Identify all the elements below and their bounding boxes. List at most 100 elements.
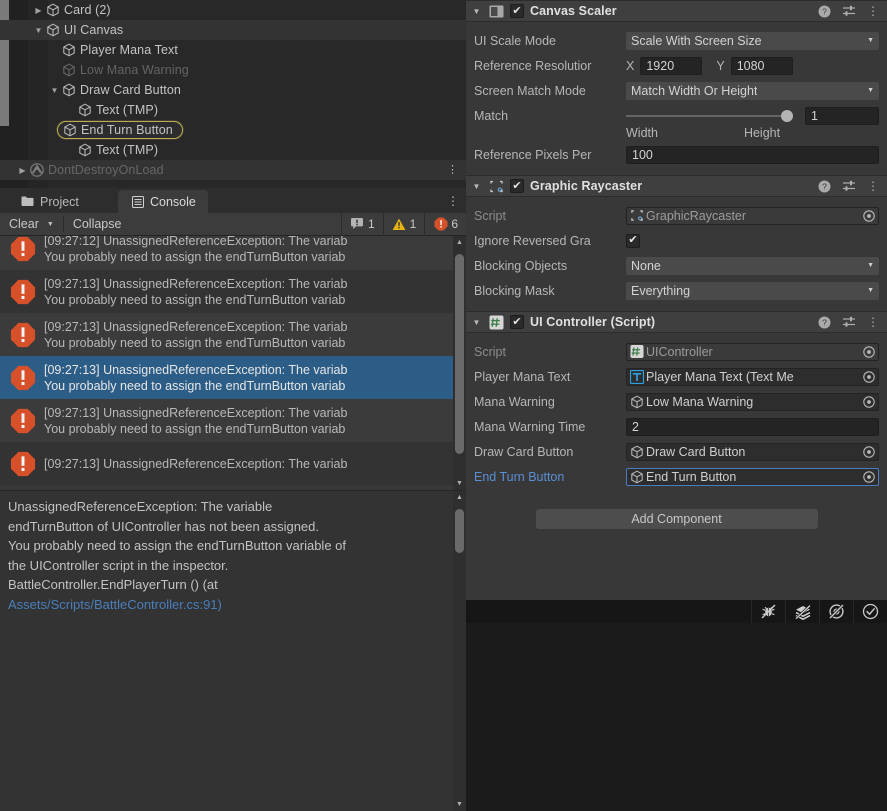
chevron-right-icon[interactable]: ▶ — [16, 160, 29, 180]
object-field-script[interactable]: UIController — [626, 342, 879, 361]
object-picker-icon[interactable] — [862, 209, 876, 222]
console-log-entry[interactable]: [09:27:13] UnassignedReferenceException:… — [0, 399, 453, 442]
dropdown-ui-scale-mode[interactable]: Scale With Screen Size ▼ — [626, 31, 879, 50]
help-icon[interactable]: ? — [818, 316, 831, 329]
component-enabled-checkbox[interactable]: ✔ — [510, 4, 524, 18]
console-tab-menu-icon[interactable]: ⋮ — [447, 190, 459, 212]
component-header-graphic-raycaster[interactable]: ▼ ✔ Graphic Raycaster? ⋮ — [466, 175, 887, 197]
slider-track[interactable] — [626, 109, 793, 122]
console-log-list[interactable]: [09:27:12] UnassignedReferenceException:… — [0, 236, 466, 490]
warning-count-toggle[interactable]: 1 — [382, 212, 425, 236]
tab-project[interactable]: Project — [8, 190, 91, 213]
error-octagon-icon — [8, 277, 38, 307]
preset-icon[interactable] — [842, 5, 856, 17]
console-log-text: [09:27:12] UnassignedReferenceException:… — [38, 236, 347, 265]
scroll-up-icon[interactable]: ▲ — [453, 236, 466, 249]
chevron-down-icon[interactable]: ▼ — [47, 221, 54, 228]
component-enabled-checkbox[interactable]: ✔ — [510, 179, 524, 193]
console-log-entry[interactable]: [09:27:13] UnassignedReferenceException:… — [0, 442, 453, 485]
object-field-draw-card-button[interactable]: Draw Card Button — [626, 442, 879, 461]
property-row: UI Scale Mode Scale With Screen Size ▼ — [474, 28, 879, 53]
object-picker-icon[interactable] — [862, 395, 876, 408]
object-picker-icon[interactable] — [862, 470, 876, 483]
console-scroll-thumb[interactable] — [455, 254, 464, 454]
component-header-canvas-scaler[interactable]: ▼ ✔ Canvas Scaler? ⋮ — [466, 0, 887, 22]
layers-disabled-icon[interactable] — [785, 600, 819, 623]
hierarchy-item-ui-canvas[interactable]: ▼ UI Canvas — [0, 20, 466, 40]
component-menu-icon[interactable]: ⋮ — [867, 180, 879, 192]
dropdown-blocking-mask[interactable]: Everything ▼ — [626, 281, 879, 300]
object-field-player-mana-text[interactable]: Player Mana Text (Text Me — [626, 367, 879, 386]
detail-scroll-thumb[interactable] — [455, 509, 464, 553]
chevron-down-icon[interactable]: ▼ — [470, 318, 483, 327]
console-log-entry[interactable]: [09:27:13] UnassignedReferenceException:… — [0, 356, 453, 399]
stacktrace-line[interactable]: Assets/Scripts/BattleController.cs:91) — [8, 595, 448, 615]
match-value-input[interactable]: 1 — [805, 106, 879, 125]
chevron-down-icon: ▼ — [867, 87, 874, 94]
chevron-down-icon[interactable]: ▼ — [470, 7, 483, 16]
collapse-button[interactable]: Collapse — [64, 213, 131, 236]
info-count-value: 1 — [367, 217, 375, 231]
component-menu-icon[interactable]: ⋮ — [867, 316, 879, 328]
component-enabled-checkbox[interactable]: ✔ — [510, 315, 524, 329]
console-log-entry[interactable]: [09:27:13] UnassignedReferenceException:… — [0, 270, 453, 313]
object-picker-icon[interactable] — [862, 345, 876, 358]
debug-bug-disabled-icon[interactable] — [751, 600, 785, 623]
object-field-mana-warning[interactable]: Low Mana Warning — [626, 392, 879, 411]
property-control: 1 — [626, 106, 879, 125]
tab-console[interactable]: Console — [118, 190, 208, 213]
check-circle-icon[interactable] — [853, 600, 887, 623]
preview-disabled-icon[interactable] — [819, 600, 853, 623]
preset-icon[interactable] — [842, 180, 856, 192]
reference-resolution-y-input[interactable]: 1080 — [730, 56, 793, 75]
hierarchy-item-player-mana-text[interactable]: Player Mana Text — [0, 40, 466, 60]
clear-button[interactable]: Clear ▼ — [0, 213, 63, 236]
help-icon[interactable]: ? — [818, 180, 831, 193]
object-field-script[interactable]: GraphicRaycaster — [626, 206, 879, 225]
object-field-end-turn-button[interactable]: End Turn Button — [626, 467, 879, 486]
property-row: Reference Resolutior X 1920 Y 1080 — [474, 53, 879, 78]
hierarchy-row-menu-icon[interactable]: ⋮ — [447, 160, 458, 180]
reference-resolution-x-input[interactable]: 1920 — [640, 56, 703, 75]
component-header-ui-controller-script[interactable]: ▼ ✔ UI Controller (Script)? ⋮ — [466, 311, 887, 333]
detail-scroll-down-icon[interactable]: ▼ — [453, 798, 466, 811]
component-menu-icon[interactable]: ⋮ — [867, 5, 879, 17]
number-input-reference-pixels-per[interactable]: 100 — [626, 145, 879, 164]
console-detail-pane[interactable]: UnassignedReferenceException: The variab… — [0, 490, 466, 811]
console-scrollbar[interactable]: ▲ ▼ — [453, 236, 466, 490]
status-bar — [466, 600, 887, 623]
slider-knob[interactable] — [781, 109, 793, 122]
y-value: 1080 — [736, 58, 765, 73]
dropdown-blocking-objects[interactable]: None ▼ — [626, 256, 879, 275]
scroll-down-icon[interactable]: ▼ — [453, 477, 466, 490]
match-slider[interactable] — [626, 109, 793, 122]
dropdown-screen-match-mode[interactable]: Match Width Or Height ▼ — [626, 81, 879, 100]
preset-icon[interactable] — [842, 316, 856, 328]
add-component-button[interactable]: Add Component — [535, 509, 818, 529]
hierarchy-item-text-tmp[interactable]: Text (TMP) — [0, 140, 466, 160]
hierarchy-item-text-tmp[interactable]: Text (TMP) — [0, 100, 466, 120]
hierarchy-item-end-turn-button[interactable]: End Turn Button — [0, 120, 466, 140]
info-count-toggle[interactable]: 1 — [340, 212, 383, 236]
chevron-down-icon[interactable]: ▼ — [470, 182, 483, 191]
number-input-mana-warning-time[interactable]: 2 — [626, 417, 879, 436]
object-picker-icon[interactable] — [862, 370, 876, 383]
detail-scrollbar[interactable]: ▲ ▼ — [453, 491, 466, 811]
detail-scroll-up-icon[interactable]: ▲ — [453, 491, 466, 504]
help-icon[interactable]: ? — [818, 5, 831, 18]
unity-scene-icon — [29, 160, 45, 180]
chevron-down-icon[interactable]: ▼ — [48, 80, 61, 100]
chevron-down-icon[interactable]: ▼ — [32, 20, 45, 40]
object-picker-icon[interactable] — [862, 445, 876, 458]
error-count-toggle[interactable]: 6 — [424, 212, 466, 236]
hierarchy-item-dontdestroyonload[interactable]: ▶ DontDestroyOnLoad ⋮ — [0, 160, 466, 180]
property-row: Mana Warning Time 2 — [474, 414, 879, 439]
console-log-entry[interactable]: [09:27:12] UnassignedReferenceException:… — [0, 236, 453, 270]
hierarchy-item-card-2[interactable]: ▶ Card (2) — [0, 0, 466, 20]
property-control: X 1920 Y 1080 — [626, 56, 879, 75]
hierarchy-item-draw-card-button[interactable]: ▼ Draw Card Button — [0, 80, 466, 100]
hierarchy-item-low-mana-warning[interactable]: Low Mana Warning — [0, 60, 466, 80]
chevron-right-icon[interactable]: ▶ — [32, 0, 45, 20]
console-log-entry[interactable]: [09:27:13] UnassignedReferenceException:… — [0, 313, 453, 356]
checkbox-ignore-reversed-graphics[interactable]: ✔ — [626, 233, 640, 248]
